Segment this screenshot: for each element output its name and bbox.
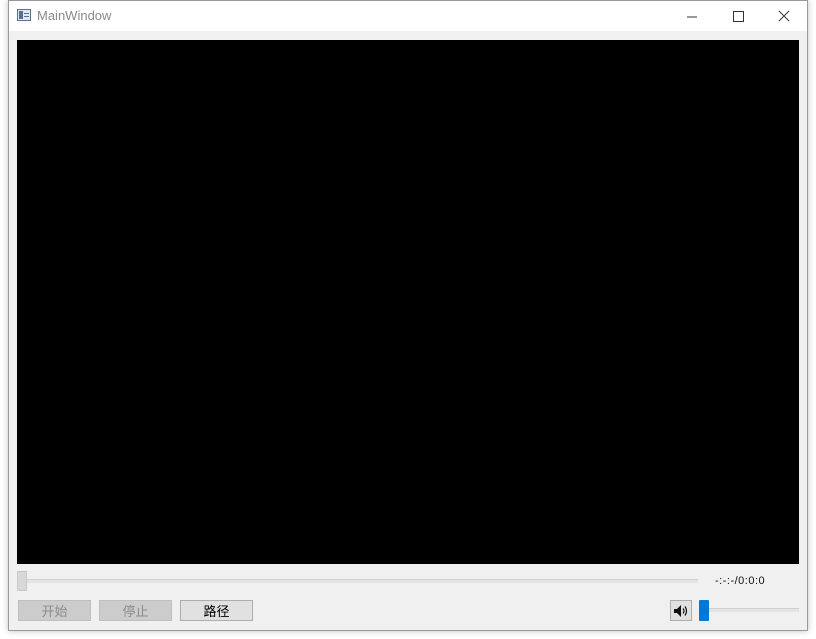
minimize-icon — [686, 16, 697, 17]
title-bar[interactable]: MainWindow — [9, 1, 807, 31]
close-icon — [778, 10, 790, 22]
video-display[interactable] — [17, 40, 799, 564]
minimize-button[interactable] — [669, 1, 715, 31]
close-button[interactable] — [761, 1, 807, 31]
main-window: MainWindow -:-:-/0:0:0 开始 停止 路径 — [8, 0, 808, 631]
seek-slider-track[interactable] — [21, 579, 698, 583]
window-title: MainWindow — [37, 8, 112, 23]
volume-button[interactable] — [670, 600, 692, 621]
maximize-icon — [732, 10, 744, 22]
time-display: -:-:-/0:0:0 — [715, 575, 766, 587]
maximize-button[interactable] — [715, 1, 761, 31]
start-button[interactable]: 开始 — [18, 600, 91, 621]
app-window-icon — [17, 9, 31, 21]
stop-button[interactable]: 停止 — [99, 600, 172, 621]
speaker-volume-icon — [674, 604, 688, 617]
seek-slider-handle[interactable] — [17, 571, 27, 591]
volume-slider-handle[interactable] — [699, 600, 709, 621]
path-button[interactable]: 路径 — [180, 600, 253, 621]
volume-slider-track[interactable] — [702, 608, 799, 612]
